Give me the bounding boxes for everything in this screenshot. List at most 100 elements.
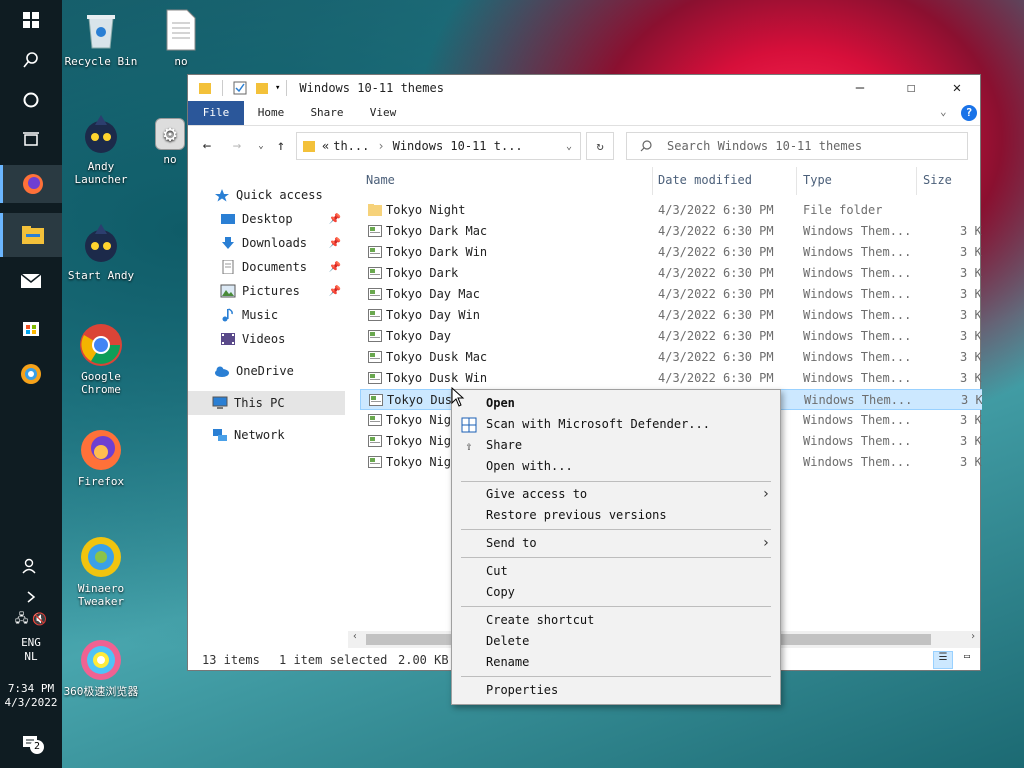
mail-icon[interactable]: [0, 262, 62, 300]
file-row[interactable]: Tokyo Day 4/3/2022 6:30 PM Windows Them...…: [360, 326, 982, 347]
network-volume-tray[interactable]: 🖧 🔇: [0, 604, 62, 634]
search-icon[interactable]: [0, 41, 62, 79]
cortana-icon[interactable]: [0, 81, 62, 119]
file-row[interactable]: Tokyo Day Mac 4/3/2022 6:30 PM Windows The…: [360, 284, 982, 305]
menu-item-scan-defender[interactable]: Scan with Microsoft Defender...: [452, 414, 780, 435]
quick-access-dropdown-icon[interactable]: ▾: [275, 83, 280, 93]
firefox-taskbar-icon[interactable]: [0, 165, 62, 203]
menu-item-restore-versions[interactable]: Restore previous versions: [452, 505, 780, 526]
column-header-type[interactable]: Type: [803, 173, 832, 193]
desktop-icon-no-settings[interactable]: ⚙ no: [150, 118, 190, 166]
clock-date: 4/3/2022: [4, 696, 58, 709]
minimize-button[interactable]: —: [837, 75, 883, 101]
chrome-icon: [79, 323, 123, 367]
menu-item-cut[interactable]: Cut: [452, 561, 780, 582]
tab-share[interactable]: Share: [306, 101, 348, 125]
nav-downloads[interactable]: Downloads 📌: [220, 231, 345, 255]
desktop-icon-google-chrome[interactable]: Google Chrome: [63, 323, 139, 396]
file-type: Windows Them...: [803, 434, 912, 448]
file-explorer-taskbar-icon[interactable]: [0, 213, 62, 257]
refresh-button[interactable]: ↻: [586, 132, 614, 160]
file-size: 3 K: [960, 329, 982, 343]
menu-item-give-access[interactable]: Give access to ›: [452, 484, 780, 505]
large-icons-view-icon[interactable]: ▭: [958, 651, 976, 669]
help-icon[interactable]: ?: [961, 105, 977, 121]
file-row[interactable]: Tokyo Day Win 4/3/2022 6:30 PM Windows The…: [360, 305, 982, 326]
forward-button[interactable]: →: [226, 135, 248, 157]
column-header-date-modified[interactable]: Date modified: [658, 173, 752, 193]
nav-videos[interactable]: Videos: [220, 327, 345, 351]
scroll-right-icon[interactable]: ›: [970, 631, 976, 642]
ribbon-expand-chevron-icon[interactable]: ⌄: [940, 105, 947, 118]
nav-onedrive[interactable]: OneDrive: [214, 359, 345, 383]
column-divider[interactable]: [796, 167, 797, 195]
task-view-icon[interactable]: [0, 121, 62, 159]
properties-check-icon[interactable]: [233, 81, 247, 95]
network-icon: [213, 429, 227, 441]
network-tray-icon[interactable]: 🖧: [15, 609, 28, 630]
breadcrumb-item[interactable]: Windows 10-11 t...: [393, 139, 523, 153]
file-row[interactable]: Tokyo Dark 4/3/2022 6:30 PM Windows Them..…: [360, 263, 982, 284]
back-button[interactable]: ←: [196, 135, 218, 157]
nav-quick-access[interactable]: Quick access: [214, 183, 345, 207]
up-button[interactable]: ↑: [270, 135, 292, 157]
address-field[interactable]: « th... › Windows 10-11 t... ⌄: [296, 132, 581, 160]
nav-network[interactable]: Network: [212, 423, 345, 447]
file-row[interactable]: Tokyo Dusk Mac 4/3/2022 6:30 PM Windows Th…: [360, 347, 982, 368]
store-icon[interactable]: [0, 308, 62, 346]
desktop-icon-firefox[interactable]: Firefox: [63, 428, 139, 488]
tab-view[interactable]: View: [362, 101, 404, 125]
menu-item-rename[interactable]: Rename: [452, 652, 780, 673]
input-language[interactable]: ENG NL: [0, 636, 62, 664]
desktop-icon-start-andy[interactable]: Start Andy: [63, 222, 139, 282]
breadcrumb-item[interactable]: th...: [333, 139, 369, 153]
new-folder-icon[interactable]: [255, 81, 269, 95]
maximize-button[interactable]: ☐: [888, 75, 934, 101]
file-row[interactable]: Tokyo Night 4/3/2022 6:30 PM File folder: [360, 200, 982, 221]
menu-separator: [461, 529, 771, 530]
submenu-chevron-icon: ›: [761, 535, 770, 551]
search-box[interactable]: Search Windows 10-11 themes: [626, 132, 968, 160]
action-center-icon[interactable]: 2: [0, 724, 62, 762]
nav-music[interactable]: Music: [220, 303, 345, 327]
desktop-icon-andy-launcher[interactable]: Andy Launcher: [63, 113, 139, 186]
volume-muted-icon[interactable]: 🔇: [32, 612, 47, 626]
close-button[interactable]: ✕: [934, 75, 980, 101]
column-header-name[interactable]: Name: [366, 173, 395, 193]
menu-item-send-to[interactable]: Send to ›: [452, 533, 780, 554]
menu-label: Open with...: [486, 459, 573, 473]
scroll-left-icon[interactable]: ‹: [352, 631, 358, 642]
address-overflow[interactable]: «: [322, 139, 329, 153]
desktop-icon-winaero-tweaker[interactable]: Winaero Tweaker: [63, 535, 139, 608]
file-row[interactable]: Tokyo Dark Mac 4/3/2022 6:30 PM Windows Th…: [360, 221, 982, 242]
nav-pictures[interactable]: Pictures 📌: [220, 279, 345, 303]
column-header-size[interactable]: Size: [923, 173, 952, 193]
file-row[interactable]: Tokyo Dark Win 4/3/2022 6:30 PM Windows Th…: [360, 242, 982, 263]
tab-file[interactable]: File: [188, 101, 244, 125]
menu-item-open-with[interactable]: Open with...: [452, 456, 780, 477]
start-icon[interactable]: [0, 1, 62, 39]
nav-documents[interactable]: Documents 📌: [220, 255, 345, 279]
tab-home[interactable]: Home: [250, 101, 292, 125]
menu-item-share[interactable]: ⇪ Share: [452, 435, 780, 456]
recent-locations-chevron-icon[interactable]: ⌄: [250, 135, 272, 157]
column-divider[interactable]: [916, 167, 917, 195]
desktop-icon-no-file[interactable]: no: [143, 8, 219, 68]
menu-item-properties[interactable]: Properties: [452, 680, 780, 701]
menu-item-copy[interactable]: Copy: [452, 582, 780, 603]
desktop-icon-recycle-bin[interactable]: Recycle Bin: [63, 8, 139, 68]
browser-360-taskbar-icon[interactable]: [0, 355, 62, 393]
menu-item-open[interactable]: Open: [452, 393, 780, 414]
file-size: 3 K: [960, 308, 982, 322]
desktop-icon-360-browser[interactable]: 360极速浏览器: [63, 638, 139, 698]
nav-desktop[interactable]: Desktop 📌: [220, 207, 345, 231]
title-bar[interactable]: ▾ Windows 10-11 themes — ☐ ✕: [188, 75, 980, 101]
nav-this-pc[interactable]: This PC: [188, 391, 345, 415]
clock[interactable]: 7:34 PM 4/3/2022: [0, 682, 62, 710]
menu-item-delete[interactable]: Delete: [452, 631, 780, 652]
file-row[interactable]: Tokyo Dusk Win 4/3/2022 6:30 PM Windows Th…: [360, 368, 982, 389]
menu-item-create-shortcut[interactable]: Create shortcut: [452, 610, 780, 631]
details-view-icon[interactable]: ☰: [933, 651, 953, 669]
column-divider[interactable]: [652, 167, 653, 195]
address-dropdown-chevron-icon[interactable]: ⌄: [566, 141, 572, 152]
